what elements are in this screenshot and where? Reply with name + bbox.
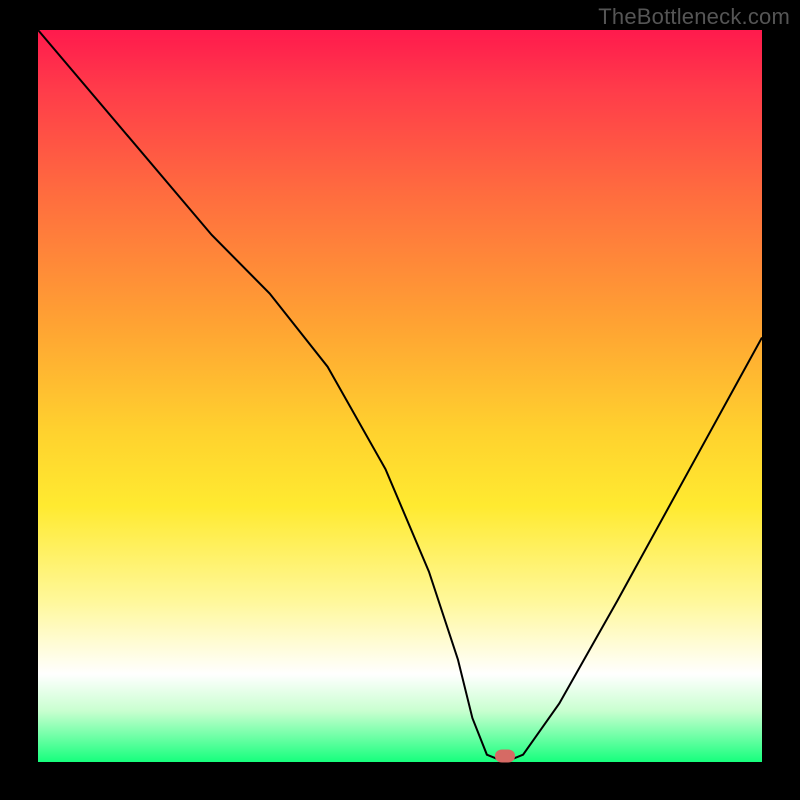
plot-area (38, 30, 762, 762)
optimal-point-marker (495, 750, 515, 763)
bottleneck-curve (38, 30, 762, 762)
chart-frame: TheBottleneck.com (0, 0, 800, 800)
watermark-text: TheBottleneck.com (598, 4, 790, 30)
